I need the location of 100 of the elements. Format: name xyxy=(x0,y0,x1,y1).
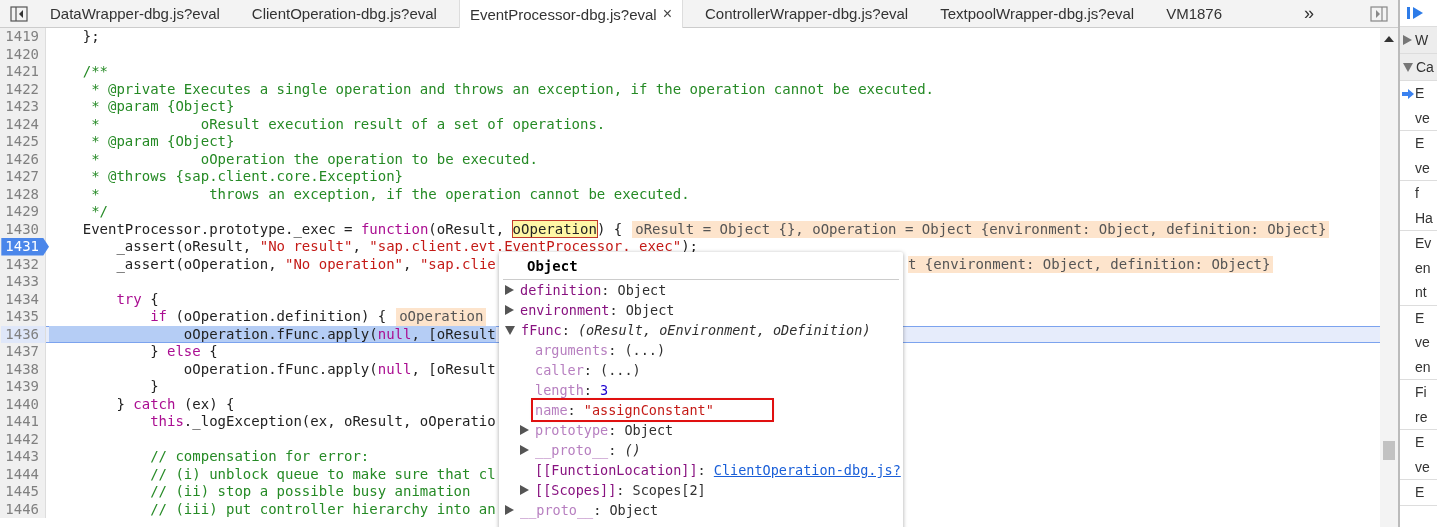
line-number: 1428 xyxy=(4,185,40,203)
triangle-right-icon[interactable] xyxy=(520,425,529,435)
file-tab[interactable]: ControllerWrapper-dbg.js?eval xyxy=(695,0,919,27)
panel-toggle-icon[interactable] xyxy=(1370,5,1388,22)
call-frame-text[interactable]: ve xyxy=(1415,105,1437,130)
line-number: 1445 xyxy=(4,483,40,501)
line-number: 1443 xyxy=(4,448,40,466)
triangle-right-icon[interactable] xyxy=(520,485,529,495)
property-entry: arguments: (...) xyxy=(534,341,667,360)
line-number: 1422 xyxy=(4,80,40,98)
call-frame-text[interactable]: E xyxy=(1415,430,1437,455)
inline-value: t {environment: Object, definition: Object} xyxy=(908,255,1274,273)
file-tab[interactable]: VM1876 xyxy=(1156,0,1233,27)
call-frame-text[interactable]: Fi xyxy=(1415,380,1437,405)
line-number: 1444 xyxy=(4,465,40,483)
section-header[interactable]: Ca xyxy=(1400,54,1437,81)
line-number: 1435 xyxy=(4,308,40,326)
code-line: // compensation for error: xyxy=(149,448,370,464)
line-number: 1424 xyxy=(4,115,40,133)
line-number: 1440 xyxy=(4,395,40,413)
arrow-icon xyxy=(1402,89,1414,99)
line-number: 1438 xyxy=(4,360,40,378)
triangle-right-icon[interactable] xyxy=(505,285,514,295)
property-entry: definition: Object xyxy=(519,281,668,300)
code-line: * throws an exception, if the operation cannot be executed. xyxy=(90,185,690,202)
code-line: if (oOperation.definition) { xyxy=(149,308,387,324)
file-tab[interactable]: TextpoolWrapper-dbg.js?eval xyxy=(930,0,1145,27)
code-line: * oResult execution result of a set of operations. xyxy=(90,115,606,132)
property-entry: name: "assignConstant" xyxy=(533,400,772,420)
section-header[interactable]: W xyxy=(1400,27,1437,54)
call-frame-text[interactable]: E xyxy=(1415,480,1437,505)
call-frame-text[interactable]: E xyxy=(1415,131,1437,156)
triangle-right-icon[interactable] xyxy=(520,445,529,455)
code-line: oOperation.fFunc.apply(null, [oResult xyxy=(182,360,496,377)
code-line: * @throws {sap.client.core.Exception} xyxy=(90,168,403,184)
code-line: * @param {Object} xyxy=(90,133,235,149)
code-line: * oOperation the operation to be executed. xyxy=(90,150,538,167)
triangle-right-icon[interactable] xyxy=(505,505,514,515)
line-number: 1419 xyxy=(4,28,40,46)
file-tab[interactable]: ClientOperation-dbg.js?eval xyxy=(241,0,447,27)
code-line: * @param {Object} xyxy=(90,98,235,114)
line-number: 1441 xyxy=(4,413,40,431)
triangle-right-icon[interactable] xyxy=(505,305,514,315)
code-line: /** xyxy=(81,63,108,79)
call-frame-text[interactable]: en xyxy=(1415,255,1437,280)
property-entry: fFunc: (oResult, oEnvironment, oDefinition) xyxy=(520,321,872,340)
call-frame-text[interactable]: Ev xyxy=(1415,231,1437,256)
call-frame-text[interactable]: re xyxy=(1415,404,1437,429)
call-frame-text[interactable]: en xyxy=(1415,354,1437,379)
code-line: } xyxy=(149,378,159,394)
file-tab[interactable]: DataWrapper-dbg.js?eval xyxy=(40,0,230,27)
close-icon[interactable]: × xyxy=(662,5,673,23)
line-number: 1423 xyxy=(4,98,40,116)
scrollbar-thumb[interactable] xyxy=(1383,441,1395,460)
line-number: 1429 xyxy=(4,203,40,221)
code-line: // (i) unblock queue to make sure that cl xyxy=(149,465,496,482)
code-line: */ xyxy=(90,203,108,219)
call-frame-text[interactable]: Ha xyxy=(1415,205,1437,230)
more-tabs-button[interactable]: » xyxy=(1304,3,1315,24)
inline-value: oResult = Object {}, oOperation = Object {environment: Object, definition: Object} xyxy=(632,220,1330,238)
code-line: this._logException(ex, oResult, oOperatio xyxy=(149,413,496,429)
triangle-down-icon[interactable] xyxy=(505,325,515,335)
line-number: 1425 xyxy=(4,133,40,151)
code-line: try { xyxy=(115,290,159,307)
line-number: 1446 xyxy=(4,500,40,518)
call-frame-text[interactable]: nt xyxy=(1415,280,1437,305)
code-line: } catch (ex) { xyxy=(115,395,235,412)
line-number: 1442 xyxy=(4,430,40,448)
code-line: _assert(oOperation, "No operation", "sap.clie xyxy=(115,255,496,272)
property-entry: prototype: Object xyxy=(534,421,675,440)
call-frame-text[interactable]: ve xyxy=(1415,330,1437,355)
file-tab[interactable]: EventProcessor-dbg.js?eval × xyxy=(458,0,684,28)
scroll-up-icon[interactable] xyxy=(1384,36,1394,42)
line-number: 1427 xyxy=(4,168,40,186)
code-line: * @private Executes a single operation and throws an exception, if the operation cannot be executed. xyxy=(90,80,934,97)
code-line: oOperation.fFunc.apply(null, [oResult xyxy=(49,325,496,342)
line-number: 1426 xyxy=(4,150,40,168)
property-entry: __proto__: Object xyxy=(519,501,660,520)
call-frame-text[interactable]: ve xyxy=(1415,155,1437,180)
scrollbar[interactable] xyxy=(1380,28,1398,527)
call-frame-text[interactable]: f xyxy=(1415,181,1437,206)
code-line: } else { xyxy=(149,343,218,359)
call-frame-text[interactable]: E xyxy=(1415,81,1437,106)
line-number: 1433 xyxy=(4,273,40,291)
property-entry: caller: (...) xyxy=(534,361,642,380)
panel-toggle-icon[interactable] xyxy=(10,5,28,22)
property-entry: [[FunctionLocation]]: ClientOperation-dbg.js? xyxy=(534,461,902,480)
call-frame-text[interactable]: E xyxy=(1415,305,1437,330)
line-number: 1421 xyxy=(4,63,40,81)
property-entry: length: 3 xyxy=(534,381,610,400)
line-number: 1430 xyxy=(4,220,40,238)
call-frame-text[interactable]: ve xyxy=(1415,454,1437,479)
line-number: 1420 xyxy=(4,45,40,63)
line-number: 1434 xyxy=(4,290,40,308)
code-line: // (iii) put controller hierarchy into an xyxy=(149,500,496,517)
code-line: }; xyxy=(81,28,100,44)
line-number: 1432 xyxy=(4,255,40,273)
code-line: // (ii) stop a possible busy animation xyxy=(149,483,471,499)
popover-title: Object xyxy=(503,252,899,280)
line-number: 1439 xyxy=(4,378,40,396)
